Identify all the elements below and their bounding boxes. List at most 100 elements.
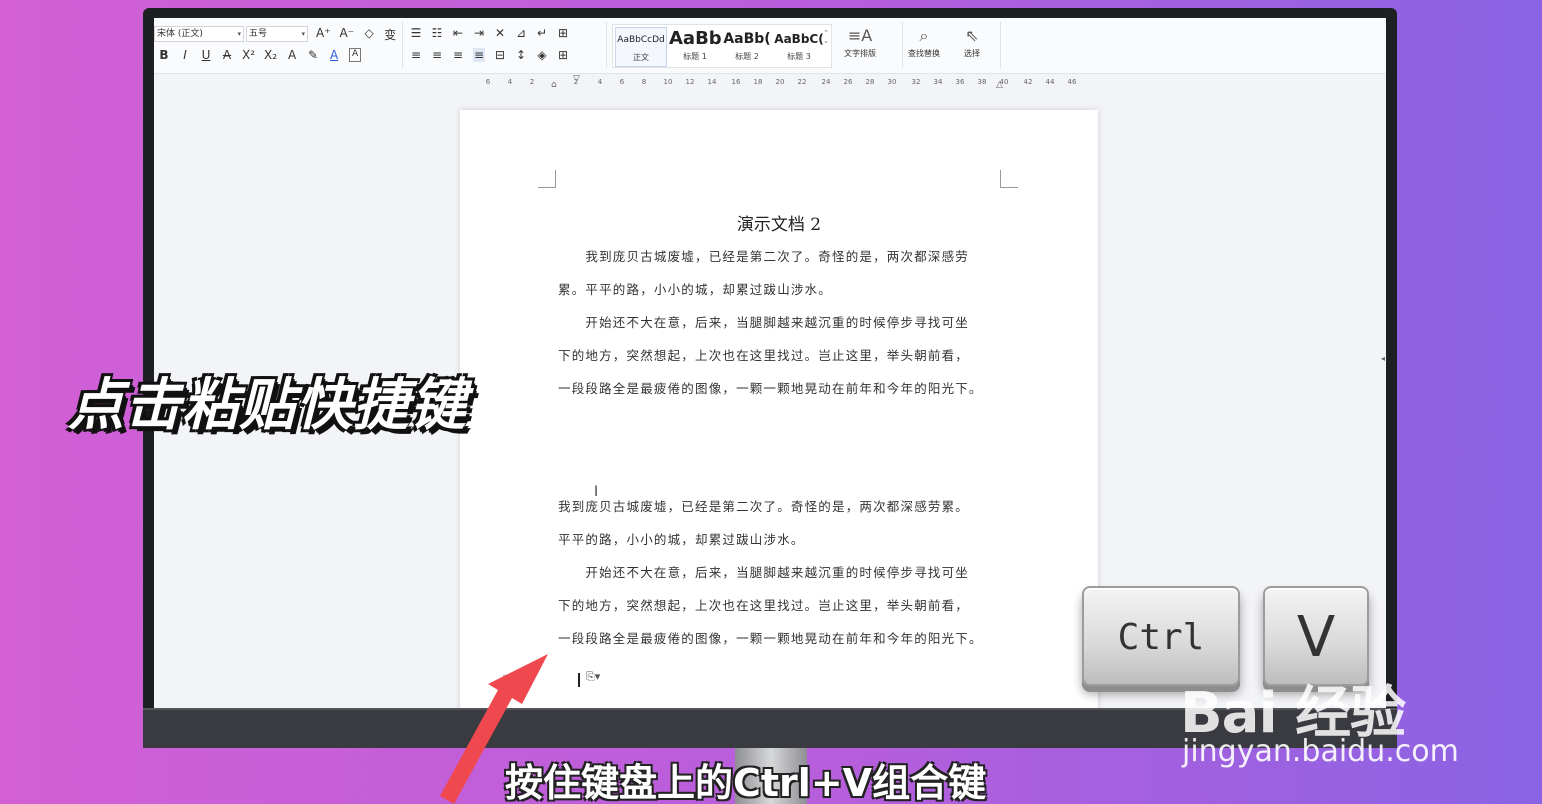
style-name: 标题 1 xyxy=(683,52,707,61)
ruler-tick: 20 xyxy=(775,78,785,86)
margin-corner-mark xyxy=(1000,170,1018,188)
paragraph-tools-row1: ☰ ☷ ⇤ ⇥ ✕ ⊿ ↵ ⊞ xyxy=(410,26,569,40)
decrease-indent-icon[interactable]: ⇤ xyxy=(452,26,464,40)
ruler-tick: 30 xyxy=(887,78,897,86)
text-layout-icon: ≡A xyxy=(847,26,873,45)
align-left-icon[interactable]: ≡ xyxy=(410,48,422,62)
font-color-button[interactable]: A xyxy=(328,48,340,62)
first-line-indent-icon[interactable]: ▽ xyxy=(573,74,580,84)
divider xyxy=(606,22,607,68)
bullets-icon[interactable]: ☰ xyxy=(410,26,422,40)
ruler-tick: 10 xyxy=(663,78,673,86)
font-size-select[interactable]: 五号 ▾ xyxy=(246,26,308,42)
paragraph-line: 开始还不大在意，后来，当腿脚越来越沉重的时候停步寻找可坐 xyxy=(558,315,970,330)
style-heading-1[interactable]: AaBb 标题 1 xyxy=(669,27,721,67)
char-border-button[interactable]: A xyxy=(349,48,362,62)
ruler-tick: 22 xyxy=(797,78,807,86)
margin-corner-mark xyxy=(538,170,556,188)
text-layout-label: 文字排版 xyxy=(844,49,876,58)
borders-icon[interactable]: ⊞ xyxy=(557,48,569,62)
paragraph-line: 一段段路全是最疲倦的图像，一颗一颗地晃动在前年和今年的阳光下。 xyxy=(558,381,983,396)
style-normal[interactable]: AaBbCcDd 正文 xyxy=(615,27,667,67)
ruler-tick: 44 xyxy=(1045,78,1055,86)
ruler-tick: 6 xyxy=(485,78,491,86)
style-preview: AaBb xyxy=(669,28,721,49)
style-heading-3[interactable]: AaBbC( 标题 3 xyxy=(773,27,825,67)
underline-button[interactable]: U xyxy=(200,48,212,62)
find-replace-button[interactable]: ⌕ 查找替换 xyxy=(908,24,940,59)
clear-format-icon[interactable]: ◇ xyxy=(363,26,375,43)
text-effect-button[interactable]: A xyxy=(286,48,298,62)
document-page[interactable]: 演示文档 2 我到庞贝古城废墟，已经是第二次了。奇怪的是，两次都深感劳 累。平平… xyxy=(460,110,1098,708)
chinese-layout-icon[interactable]: ✕ xyxy=(494,26,506,40)
right-indent-icon[interactable]: △ xyxy=(996,80,1003,90)
paste-options-icon[interactable]: ⎘▾ xyxy=(586,670,600,684)
font-size-value: 五号 xyxy=(249,29,268,39)
collapse-handle-icon[interactable]: ◂ xyxy=(1381,354,1385,363)
font-name-value: 宋体 (正文) xyxy=(157,29,203,39)
ruler-tick: 2 xyxy=(529,78,535,86)
paragraph-line: 我到庞贝古城废墟，已经是第二次了。奇怪的是，两次都深感劳 xyxy=(558,249,970,264)
gallery-scroll-icon[interactable]: ⌃ ⌄ xyxy=(823,29,829,45)
ribbon-toolbar: 宋体 (正文) ▾ 五号 ▾ A⁺ A⁻ ◇ 变 B I U A X² X₂ A… xyxy=(154,18,1386,74)
italic-button[interactable]: I xyxy=(179,48,191,62)
paragraph-line: 累。平平的路，小小的城，却累过跋山涉水。 xyxy=(558,282,833,297)
baidu-watermark: Bai 经验 jingyan.baidu.com xyxy=(1180,668,1480,778)
horizontal-ruler[interactable]: 6 4 2 2 4 6 8 10 12 14 16 18 20 22 24 26… xyxy=(154,74,1386,90)
style-heading-2[interactable]: AaBb( 标题 2 xyxy=(721,27,773,67)
paragraph-tools-row2: ≡ ≡ ≡ ≡ ⊟ ↕ ◈ ⊞ xyxy=(410,48,569,62)
shrink-font-icon[interactable]: A⁻ xyxy=(340,26,355,43)
subscript-button[interactable]: X₂ xyxy=(264,48,277,62)
align-right-icon[interactable]: ≡ xyxy=(452,48,464,62)
divider xyxy=(902,22,903,68)
text-layout-button[interactable]: ≡A 文字排版 xyxy=(844,24,876,59)
ruler-tick: 46 xyxy=(1067,78,1077,86)
ruler-tick: 16 xyxy=(731,78,741,86)
font-tools-row1: A⁺ A⁻ ◇ 变 xyxy=(316,26,396,43)
tab-stops-icon[interactable]: ⊞ xyxy=(557,26,569,40)
select-label: 选择 xyxy=(964,49,980,58)
chevron-down-icon: ▾ xyxy=(237,30,241,38)
ruler-tick: 18 xyxy=(753,78,763,86)
indent-marker-icon[interactable]: ⌂ xyxy=(551,80,557,90)
paragraph-line: 一段段路全是最疲倦的图像，一颗一颗地晃动在前年和今年的阳光下。 xyxy=(558,631,983,646)
main-caption: 点击粘贴快捷键 xyxy=(68,373,467,438)
line-spacing-icon[interactable]: ↕ xyxy=(515,48,527,62)
grow-font-icon[interactable]: A⁺ xyxy=(316,26,331,43)
chevron-down-icon: ▾ xyxy=(301,30,305,38)
ruler-tick: 6 xyxy=(619,78,625,86)
divider xyxy=(402,22,403,68)
ibeam-cursor-icon: I xyxy=(594,484,599,500)
font-name-select[interactable]: 宋体 (正文) ▾ xyxy=(154,26,244,42)
select-button[interactable]: ⇖ 选择 xyxy=(964,24,980,59)
numbering-icon[interactable]: ☷ xyxy=(431,26,443,40)
ruler-tick: 28 xyxy=(865,78,875,86)
style-gallery: AaBbCcDd 正文 AaBb 标题 1 AaBb( 标题 2 AaBbC( … xyxy=(612,24,832,68)
style-preview: AaBbC( xyxy=(774,32,824,46)
ruler-tick: 8 xyxy=(641,78,647,86)
paragraph-line: 下的地方，突然想起，上次也在这里找过。岂止这里，举头朝前看， xyxy=(558,348,970,363)
paragraph-line: 我到庞贝古城废墟，已经是第二次了。奇怪的是，两次都深感劳累。 xyxy=(558,499,970,514)
distribute-icon[interactable]: ⊟ xyxy=(494,48,506,62)
ruler-tick: 4 xyxy=(507,78,513,86)
show-marks-icon[interactable]: ↵ xyxy=(536,26,548,40)
paragraph-line: 开始还不大在意，后来，当腿脚越来越沉重的时候停步寻找可坐 xyxy=(558,565,970,580)
increase-indent-icon[interactable]: ⇥ xyxy=(473,26,485,40)
ruler-tick: 14 xyxy=(707,78,717,86)
strikethrough-button[interactable]: A xyxy=(221,48,233,62)
search-icon: ⌕ xyxy=(919,26,929,45)
bold-button[interactable]: B xyxy=(158,48,170,62)
superscript-button[interactable]: X² xyxy=(242,48,255,62)
shading-icon[interactable]: ◈ xyxy=(536,48,548,62)
watermark-url: jingyan.baidu.com xyxy=(1182,734,1459,769)
ruler-tick: 4 xyxy=(597,78,603,86)
style-name: 标题 3 xyxy=(787,52,811,61)
phonetic-guide-icon[interactable]: 变 xyxy=(384,26,396,43)
ruler-tick: 32 xyxy=(911,78,921,86)
paragraph-line: 下的地方，突然想起，上次也在这里找过。岂止这里，举头朝前看， xyxy=(558,598,970,613)
align-center-icon[interactable]: ≡ xyxy=(431,48,443,62)
style-name: 正文 xyxy=(633,53,649,62)
justify-icon[interactable]: ≡ xyxy=(473,48,485,62)
sort-icon[interactable]: ⊿ xyxy=(515,26,527,40)
highlight-icon[interactable]: ✎ xyxy=(307,48,319,62)
